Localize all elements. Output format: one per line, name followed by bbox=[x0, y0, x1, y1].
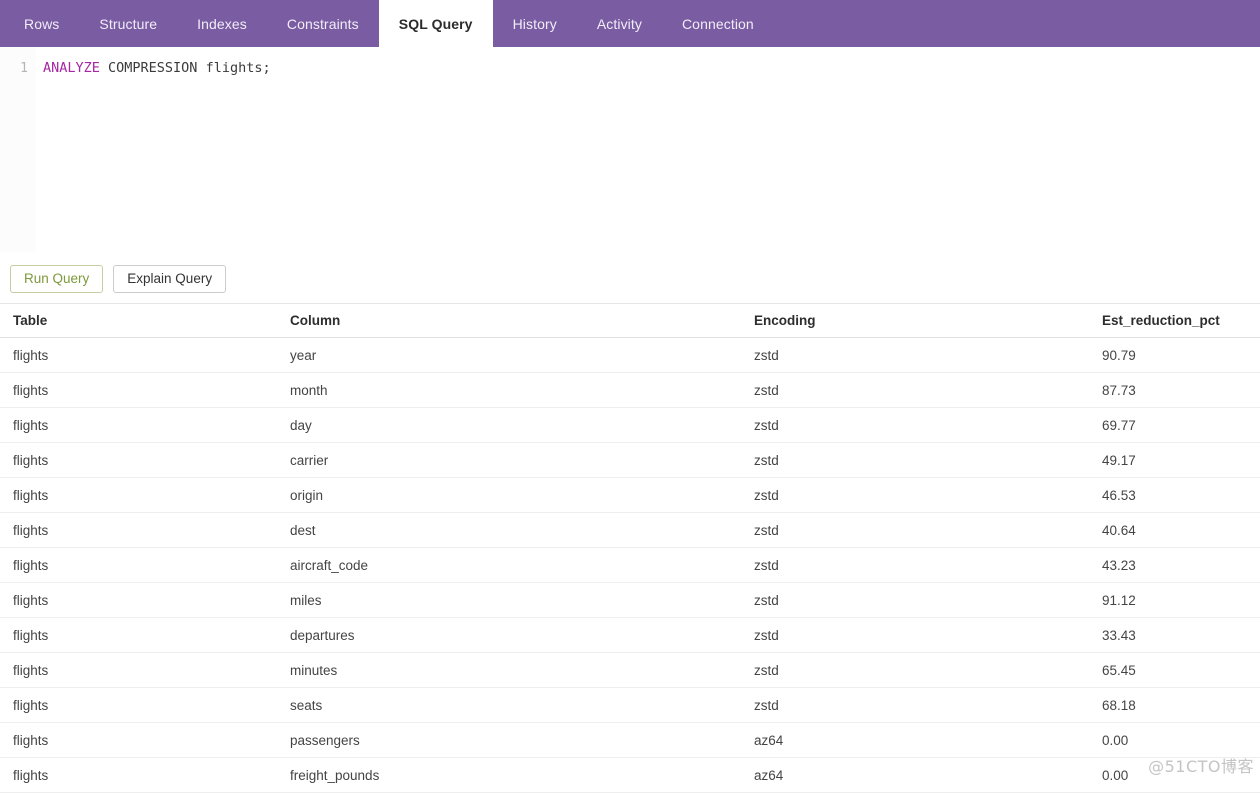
results-table-body: flights year zstd 90.79 flights month zstd 87.7… bbox=[0, 337, 1260, 793]
table-row[interactable]: flights origin zstd 46.53 bbox=[0, 477, 1260, 513]
cell-table: flights bbox=[0, 407, 275, 443]
cell-est-reduction-pct: 87.73 bbox=[1090, 372, 1260, 408]
tab-history[interactable]: History bbox=[493, 0, 577, 47]
cell-column: seats bbox=[275, 687, 740, 723]
tab-bar: Rows Structure Indexes Constraints SQL Query… bbox=[0, 0, 1260, 47]
cell-encoding: az64 bbox=[740, 722, 1090, 758]
results-header-row: Table Column Encoding Est_reduction_pct bbox=[0, 304, 1260, 338]
cell-est-reduction-pct: 69.77 bbox=[1090, 407, 1260, 443]
cell-encoding: zstd bbox=[740, 512, 1090, 548]
cell-table: flights bbox=[0, 477, 275, 513]
cell-est-reduction-pct: 0.00 bbox=[1090, 757, 1260, 793]
cell-column: day bbox=[275, 407, 740, 443]
explain-query-button[interactable]: Explain Query bbox=[113, 265, 227, 293]
cell-column: departures bbox=[275, 617, 740, 653]
cell-encoding: zstd bbox=[740, 477, 1090, 513]
cell-column: carrier bbox=[275, 442, 740, 478]
table-row[interactable]: flights passengers az64 0.00 bbox=[0, 722, 1260, 758]
table-row[interactable]: flights departures zstd 33.43 bbox=[0, 617, 1260, 653]
cell-est-reduction-pct: 49.17 bbox=[1090, 442, 1260, 478]
results-panel: Table Column Encoding Est_reduction_pct … bbox=[0, 303, 1260, 793]
cell-column: aircraft_code bbox=[275, 547, 740, 583]
tab-structure[interactable]: Structure bbox=[79, 0, 177, 47]
column-header-encoding[interactable]: Encoding bbox=[740, 304, 1090, 338]
cell-column: year bbox=[275, 337, 740, 373]
cell-column: month bbox=[275, 372, 740, 408]
cell-encoding: zstd bbox=[740, 582, 1090, 618]
cell-est-reduction-pct: 33.43 bbox=[1090, 617, 1260, 653]
cell-est-reduction-pct: 91.12 bbox=[1090, 582, 1260, 618]
run-query-button[interactable]: Run Query bbox=[10, 265, 104, 293]
column-header-est-reduction-pct[interactable]: Est_reduction_pct bbox=[1090, 304, 1260, 338]
cell-est-reduction-pct: 0.00 bbox=[1090, 722, 1260, 758]
table-row[interactable]: flights aircraft_code zstd 43.23 bbox=[0, 547, 1260, 583]
cell-est-reduction-pct: 90.79 bbox=[1090, 337, 1260, 373]
results-table-head: Table Column Encoding Est_reduction_pct bbox=[0, 304, 1260, 338]
table-row[interactable]: flights minutes zstd 65.45 bbox=[0, 652, 1260, 688]
cell-encoding: zstd bbox=[740, 652, 1090, 688]
cell-column: miles bbox=[275, 582, 740, 618]
cell-encoding: zstd bbox=[740, 337, 1090, 373]
cell-est-reduction-pct: 46.53 bbox=[1090, 477, 1260, 513]
cell-table: flights bbox=[0, 337, 275, 373]
sql-editor[interactable]: 1 ANALYZE COMPRESSION flights; bbox=[0, 47, 1260, 252]
table-row[interactable]: flights seats zstd 68.18 bbox=[0, 687, 1260, 723]
cell-table: flights bbox=[0, 722, 275, 758]
table-row[interactable]: flights month zstd 87.73 bbox=[0, 372, 1260, 408]
cell-table: flights bbox=[0, 442, 275, 478]
sql-body: COMPRESSION flights; bbox=[99, 60, 271, 76]
cell-table: flights bbox=[0, 617, 275, 653]
query-actions: Run Query Explain Query bbox=[10, 265, 227, 293]
cell-table: flights bbox=[0, 687, 275, 723]
column-header-table[interactable]: Table bbox=[0, 304, 275, 338]
tab-connection[interactable]: Connection bbox=[662, 0, 774, 47]
cell-table: flights bbox=[0, 547, 275, 583]
cell-table: flights bbox=[0, 582, 275, 618]
table-row[interactable]: flights day zstd 69.77 bbox=[0, 407, 1260, 443]
tab-activity[interactable]: Activity bbox=[577, 0, 662, 47]
sql-statement: ANALYZE COMPRESSION flights; bbox=[43, 59, 271, 78]
tab-sql-query[interactable]: SQL Query bbox=[378, 0, 493, 47]
cell-column: passengers bbox=[275, 722, 740, 758]
line-number: 1 bbox=[20, 61, 28, 76]
table-row[interactable]: flights dest zstd 40.64 bbox=[0, 512, 1260, 548]
cell-est-reduction-pct: 40.64 bbox=[1090, 512, 1260, 548]
cell-column: dest bbox=[275, 512, 740, 548]
cell-est-reduction-pct: 65.45 bbox=[1090, 652, 1260, 688]
cell-encoding: zstd bbox=[740, 617, 1090, 653]
cell-encoding: zstd bbox=[740, 687, 1090, 723]
cell-column: origin bbox=[275, 477, 740, 513]
cell-table: flights bbox=[0, 512, 275, 548]
cell-table: flights bbox=[0, 652, 275, 688]
cell-est-reduction-pct: 43.23 bbox=[1090, 547, 1260, 583]
sql-keyword: ANALYZE bbox=[43, 60, 100, 76]
cell-column: minutes bbox=[275, 652, 740, 688]
column-header-column[interactable]: Column bbox=[275, 304, 740, 338]
cell-encoding: zstd bbox=[740, 547, 1090, 583]
cell-table: flights bbox=[0, 757, 275, 793]
cell-table: flights bbox=[0, 372, 275, 408]
table-row[interactable]: flights freight_pounds az64 0.00 bbox=[0, 757, 1260, 793]
cell-encoding: az64 bbox=[740, 757, 1090, 793]
tab-constraints[interactable]: Constraints bbox=[267, 0, 379, 47]
cell-encoding: zstd bbox=[740, 442, 1090, 478]
table-row[interactable]: flights carrier zstd 49.17 bbox=[0, 442, 1260, 478]
table-row[interactable]: flights year zstd 90.79 bbox=[0, 337, 1260, 373]
tab-indexes[interactable]: Indexes bbox=[177, 0, 267, 47]
cell-est-reduction-pct: 68.18 bbox=[1090, 687, 1260, 723]
results-table: Table Column Encoding Est_reduction_pct … bbox=[0, 304, 1260, 793]
table-row[interactable]: flights miles zstd 91.12 bbox=[0, 582, 1260, 618]
cell-column: freight_pounds bbox=[275, 757, 740, 793]
tab-rows[interactable]: Rows bbox=[4, 0, 79, 47]
cell-encoding: zstd bbox=[740, 372, 1090, 408]
cell-encoding: zstd bbox=[740, 407, 1090, 443]
code-line-1: 1 ANALYZE COMPRESSION flights; bbox=[0, 59, 1260, 78]
